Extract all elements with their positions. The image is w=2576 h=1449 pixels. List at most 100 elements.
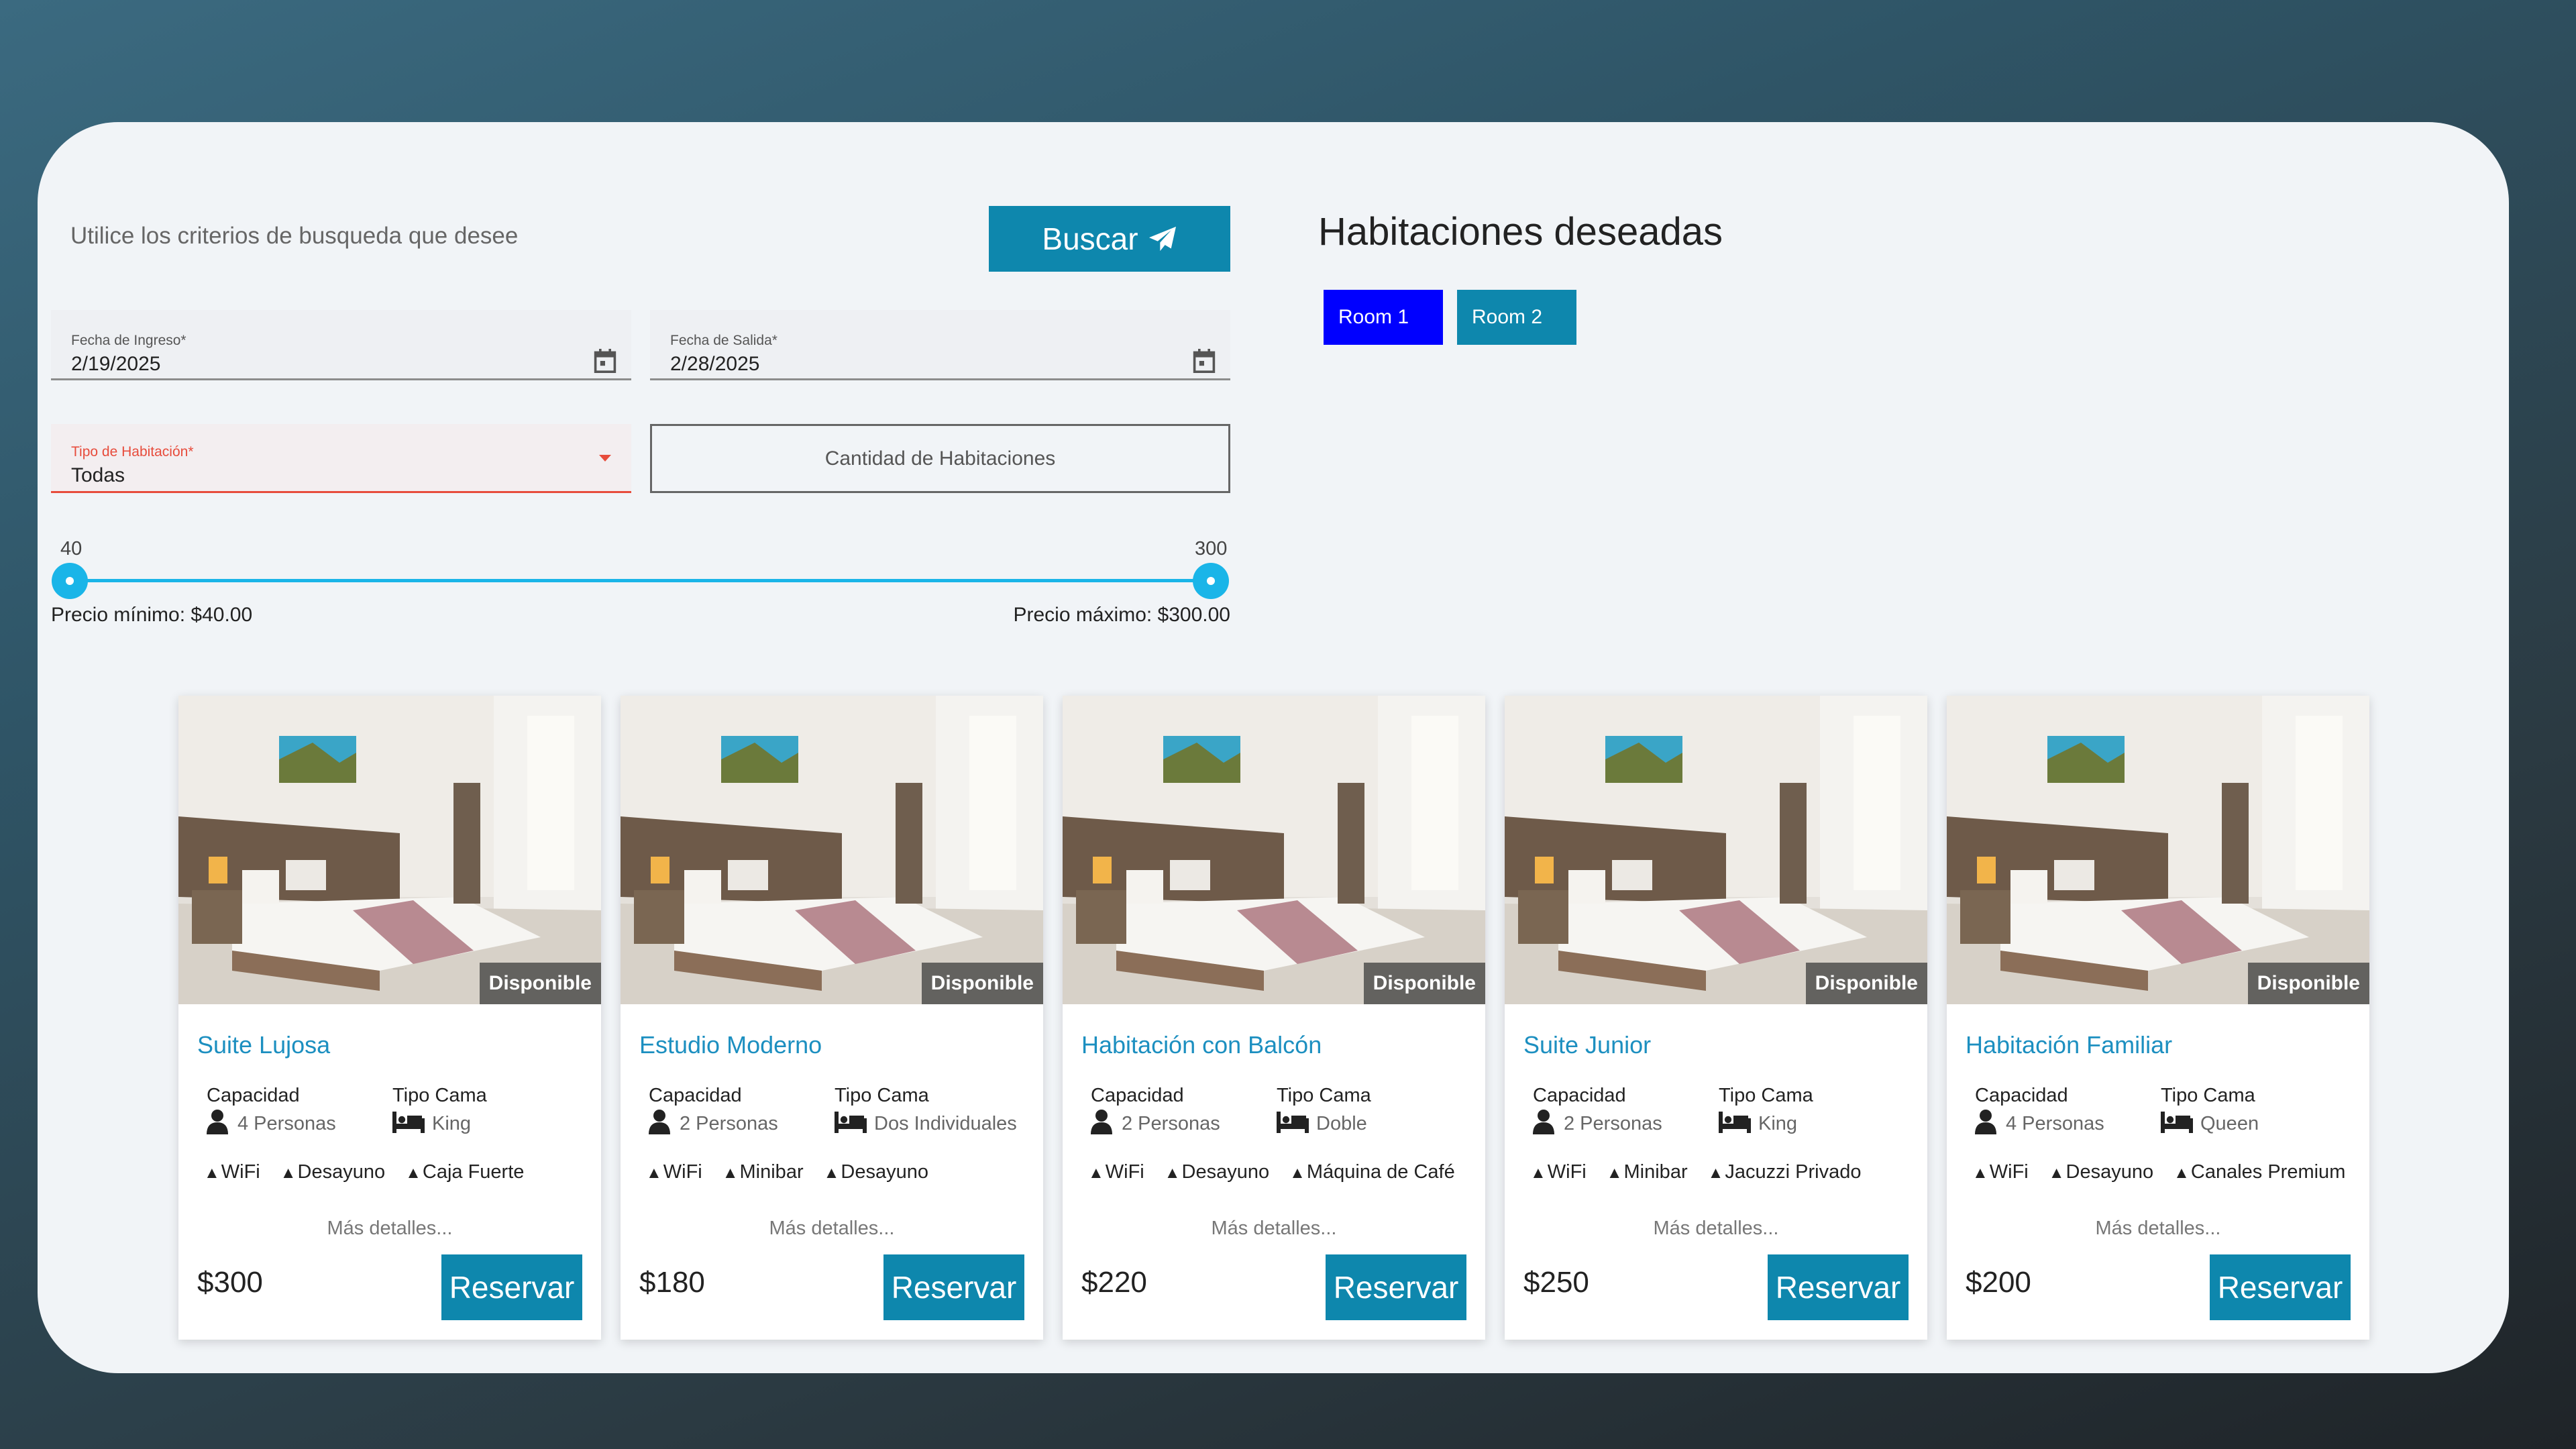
chevron-down-icon[interactable]: [599, 455, 611, 462]
checkin-field[interactable]: Fecha de Ingreso* 2/19/2025: [51, 310, 631, 380]
person-icon: [1975, 1110, 1996, 1134]
room-image: [1947, 696, 2369, 1004]
amenity-label: Desayuno: [841, 1161, 928, 1183]
room-title[interactable]: Habitación con Balcón: [1081, 1031, 1322, 1059]
amenity-icon: ▲: [280, 1164, 297, 1182]
reserve-button[interactable]: Reservar: [2210, 1254, 2351, 1320]
amenities-list: ▲WiFi ▲Desayuno ▲Canales Premium: [1972, 1161, 2365, 1183]
amenity-icon: ▲: [1707, 1164, 1724, 1182]
main-panel: Utilice los criterios de busqueda que de…: [38, 122, 2509, 1373]
amenity-item: ▲Desayuno: [2049, 1161, 2153, 1183]
bed-icon: [835, 1112, 867, 1133]
reserve-button[interactable]: Reservar: [1768, 1254, 1909, 1320]
capacity-label: Capacidad: [1533, 1085, 1626, 1106]
amenity-item: ▲Máquina de Café: [1289, 1161, 1455, 1183]
availability-badge: Disponible: [921, 963, 1043, 1004]
checkin-label: Fecha de Ingreso*: [71, 333, 186, 348]
room-type-select[interactable]: Tipo de Habitación* Todas: [51, 424, 631, 493]
more-details-link[interactable]: Más detalles...: [621, 1218, 1043, 1240]
amenity-item: ▲WiFi: [1530, 1161, 1587, 1183]
room-photo[interactable]: Disponible: [621, 696, 1043, 1004]
checkout-label: Fecha de Salida*: [670, 333, 777, 348]
room-price: $220: [1081, 1266, 1147, 1299]
amenities-list: ▲WiFi ▲Desayuno ▲Máquina de Café: [1088, 1161, 1475, 1183]
amenity-label: Máquina de Café: [1306, 1161, 1455, 1183]
amenity-item: ▲Minibar: [722, 1161, 804, 1183]
amenity-icon: ▲: [204, 1164, 220, 1182]
bed-type-label: Tipo Cama: [1277, 1085, 1371, 1106]
room-photo[interactable]: Disponible: [1063, 696, 1485, 1004]
reserve-button[interactable]: Reservar: [883, 1254, 1024, 1320]
bed-icon: [1719, 1112, 1751, 1133]
room-card-2: Disponible Estudio Moderno Capacidad Tip…: [621, 696, 1043, 1340]
amenity-label: WiFi: [1547, 1161, 1587, 1183]
room-card-5: Disponible Habitación Familiar Capacidad…: [1947, 696, 2369, 1340]
price-slider-max-thumb[interactable]: [1193, 563, 1229, 599]
amenity-label: WiFi: [1989, 1161, 2029, 1183]
send-icon: [1148, 226, 1176, 252]
amenity-item: ▲WiFi: [1088, 1161, 1144, 1183]
bed-type-value: Queen: [2200, 1113, 2259, 1134]
room-price: $200: [1966, 1266, 2031, 1299]
room-type-label: Tipo de Habitación*: [71, 444, 194, 460]
bed-type-value: Dos Individuales: [874, 1113, 1017, 1134]
room-quantity-input[interactable]: Cantidad de Habitaciones: [650, 424, 1230, 493]
capacity-value: 2 Personas: [680, 1113, 778, 1134]
amenity-item: ▲Canales Premium: [2174, 1161, 2345, 1183]
room-image: [1063, 696, 1485, 1004]
room-price: $180: [639, 1266, 705, 1299]
capacity-value: 2 Personas: [1564, 1113, 1662, 1134]
room-title[interactable]: Estudio Moderno: [639, 1031, 822, 1059]
room-image: [178, 696, 601, 1004]
amenity-item: ▲Jacuzzi Privado: [1708, 1161, 1862, 1183]
capacity-label: Capacidad: [649, 1085, 742, 1106]
min-price-text: Precio mínimo: $40.00: [51, 604, 253, 626]
max-price-text: Precio máximo: $300.00: [1013, 604, 1231, 626]
person-icon: [207, 1110, 228, 1134]
reserve-button[interactable]: Reservar: [441, 1254, 582, 1320]
room-title[interactable]: Suite Junior: [1523, 1031, 1651, 1059]
bed-type-label: Tipo Cama: [2161, 1085, 2255, 1106]
availability-badge: Disponible: [2247, 963, 2369, 1004]
amenity-label: WiFi: [663, 1161, 702, 1183]
capacity-value: 4 Personas: [237, 1113, 336, 1134]
room-photo[interactable]: Disponible: [178, 696, 601, 1004]
more-details-link[interactable]: Más detalles...: [178, 1218, 601, 1240]
price-slider-track[interactable]: [70, 579, 1210, 582]
checkout-field[interactable]: Fecha de Salida* 2/28/2025: [650, 310, 1230, 380]
availability-badge: Disponible: [479, 963, 601, 1004]
amenity-item: ▲WiFi: [646, 1161, 702, 1183]
more-details-link[interactable]: Más detalles...: [1505, 1218, 1927, 1240]
calendar-icon[interactable]: [594, 349, 616, 373]
room-chip-1[interactable]: Room 1: [1324, 290, 1443, 345]
person-icon: [1533, 1110, 1554, 1134]
room-image: [621, 696, 1043, 1004]
room-chip-2[interactable]: Room 2: [1457, 290, 1576, 345]
bed-icon: [1277, 1112, 1309, 1133]
room-photo[interactable]: Disponible: [1947, 696, 2369, 1004]
amenity-label: Jacuzzi Privado: [1725, 1161, 1862, 1183]
more-details-link[interactable]: Más detalles...: [1063, 1218, 1485, 1240]
room-title[interactable]: Suite Lujosa: [197, 1031, 330, 1059]
search-button[interactable]: Buscar: [989, 206, 1230, 272]
bed-icon: [392, 1112, 425, 1133]
calendar-icon[interactable]: [1193, 349, 1216, 373]
reserve-button[interactable]: Reservar: [1326, 1254, 1466, 1320]
person-icon: [1091, 1110, 1112, 1134]
wanted-rooms-title: Habitaciones deseadas: [1318, 210, 1723, 254]
more-details-link[interactable]: Más detalles...: [1947, 1218, 2369, 1240]
room-title[interactable]: Habitación Familiar: [1966, 1031, 2172, 1059]
capacity-label: Capacidad: [1975, 1085, 2068, 1106]
person-icon: [649, 1110, 670, 1134]
room-card-1: Disponible Suite Lujosa Capacidad Tipo C…: [178, 696, 601, 1340]
amenity-label: Canales Premium: [2190, 1161, 2346, 1183]
price-slider-min-thumb[interactable]: [52, 563, 88, 599]
amenity-icon: ▲: [1164, 1164, 1181, 1182]
amenity-item: ▲Minibar: [1607, 1161, 1688, 1183]
room-photo[interactable]: Disponible: [1505, 696, 1927, 1004]
room-card-3: Disponible Habitación con Balcón Capacid…: [1063, 696, 1485, 1340]
amenities-list: ▲WiFi ▲Desayuno ▲Caja Fuerte: [204, 1161, 544, 1183]
amenity-icon: ▲: [646, 1164, 662, 1182]
slider-max-label: 300: [1195, 538, 1228, 559]
amenity-label: Minibar: [1623, 1161, 1688, 1183]
